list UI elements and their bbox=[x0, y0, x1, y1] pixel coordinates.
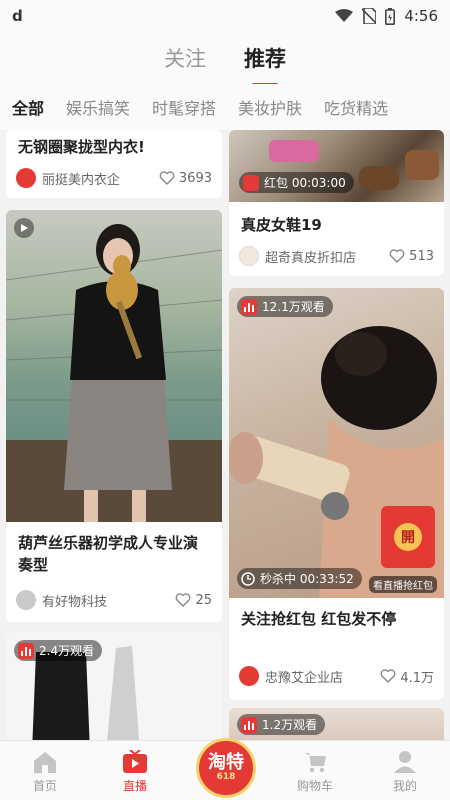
card-meta: 超奇真皮折扣店 513 bbox=[229, 242, 444, 270]
tab-profile[interactable]: 我的 bbox=[370, 750, 440, 794]
live-redpacket-tip: 看直播抢红包 bbox=[369, 576, 437, 593]
card-title: 真皮女鞋19 bbox=[241, 216, 322, 234]
shop-info[interactable]: 有好物科技 bbox=[16, 590, 107, 610]
like-button[interactable]: 513 bbox=[389, 248, 434, 264]
shop-info[interactable]: 忠豫艾企业店 bbox=[239, 666, 343, 686]
like-count: 513 bbox=[409, 248, 434, 264]
status-icons: 4:56 bbox=[335, 7, 438, 25]
card-title: 葫芦丝乐器初学成人专业演奏型 bbox=[18, 534, 199, 574]
heart-icon bbox=[159, 171, 175, 185]
red-packet-open: 開 bbox=[394, 523, 422, 551]
shop-avatar bbox=[239, 666, 259, 686]
center-logo-text: 淘特 bbox=[208, 752, 244, 773]
live-tv-icon bbox=[123, 750, 147, 773]
video-scene bbox=[6, 224, 222, 522]
app-notification-icon: d bbox=[12, 7, 23, 25]
live-icon bbox=[18, 642, 34, 659]
cart-icon bbox=[305, 753, 326, 773]
feed-card-bra[interactable]: 无钢圈聚拢型内衣! 丽挺美内衣企 3693 bbox=[6, 130, 222, 198]
card-title: 关注抢红包 红包发不停 bbox=[241, 610, 397, 628]
shop-avatar bbox=[16, 168, 36, 188]
tab-live[interactable]: 直播 bbox=[100, 750, 170, 794]
feed-card-shoes[interactable]: 红包 00:03:00 真皮女鞋19 超奇真皮折扣店 513 bbox=[229, 130, 444, 276]
status-bar: d 4:56 bbox=[0, 0, 450, 32]
like-count: 4.1万 bbox=[400, 670, 434, 686]
wifi-icon bbox=[335, 9, 354, 22]
video-play-icon bbox=[14, 218, 34, 238]
card-title: 无钢圈聚拢型内衣! bbox=[18, 138, 145, 156]
live-viewers-badge: 12.1万观看 bbox=[237, 296, 333, 317]
tab-recommend[interactable]: 推荐 bbox=[244, 43, 286, 86]
tab-live-label: 直播 bbox=[122, 779, 147, 793]
badge-text: 2.4万观看 bbox=[39, 644, 95, 658]
like-button[interactable]: 3693 bbox=[159, 170, 212, 186]
card-image-hulusi bbox=[6, 210, 222, 522]
feed-card-live-6[interactable]: 1.2万观看 bbox=[229, 708, 444, 740]
like-count: 3693 bbox=[178, 170, 212, 186]
like-button[interactable]: 4.1万 bbox=[380, 667, 434, 686]
category-beauty[interactable]: 美妆护肤 bbox=[238, 95, 302, 119]
redpacket-countdown-badge: 红包 00:03:00 bbox=[239, 172, 354, 193]
card-meta: 有好物科技 25 bbox=[6, 586, 222, 614]
tab-profile-label: 我的 bbox=[392, 779, 417, 793]
profile-icon bbox=[394, 751, 416, 773]
shop-avatar bbox=[239, 246, 259, 266]
category-fashion[interactable]: 时髦穿搭 bbox=[152, 95, 216, 119]
like-button[interactable]: 25 bbox=[175, 592, 212, 608]
shop-name: 超奇真皮折扣店 bbox=[265, 250, 357, 266]
home-icon bbox=[34, 752, 56, 773]
red-packet-button[interactable]: 開 bbox=[381, 506, 435, 568]
shop-name: 有好物科技 bbox=[42, 594, 108, 610]
feed-grid: 无钢圈聚拢型内衣! 丽挺美内衣企 3693 红包 00:03:00 真皮女鞋19… bbox=[0, 130, 450, 740]
no-sim-icon bbox=[362, 8, 377, 24]
battery-icon bbox=[385, 7, 396, 25]
live-icon bbox=[241, 298, 257, 315]
flash-sale-badge: 秒杀中 00:33:52 bbox=[237, 568, 362, 589]
tab-home-label: 首页 bbox=[32, 779, 57, 793]
flash-sale-text: 秒杀中 00:33:52 bbox=[260, 572, 354, 586]
taote-center-button[interactable]: 淘特 618 bbox=[196, 738, 256, 798]
app-screen: d 4:56 关注 推荐 全部 娱乐搞笑 时髦穿搭 美妆护肤 吃货精选 无钢圈聚… bbox=[0, 0, 450, 800]
tab-home[interactable]: 首页 bbox=[10, 750, 80, 794]
shop-info[interactable]: 丽挺美内衣企 bbox=[16, 168, 120, 188]
shop-name: 丽挺美内衣企 bbox=[42, 172, 121, 188]
feed-card-live-hair[interactable]: 12.1万观看 開 秒杀中 00:33:52 看直播抢红包 关注抢红包 红包发不… bbox=[229, 288, 444, 700]
center-logo-sub: 618 bbox=[216, 772, 236, 782]
shop-info[interactable]: 超奇真皮折扣店 bbox=[239, 246, 356, 266]
category-food[interactable]: 吃货精选 bbox=[324, 95, 388, 119]
feed-card-hulusi[interactable]: 葫芦丝乐器初学成人专业演奏型 有好物科技 25 bbox=[6, 210, 222, 622]
badge-text: 12.1万观看 bbox=[262, 300, 325, 314]
shop-name: 忠豫艾企业店 bbox=[265, 670, 344, 686]
status-time: 4:56 bbox=[404, 7, 438, 25]
badge-text: 1.2万观看 bbox=[262, 718, 318, 732]
tab-follow[interactable]: 关注 bbox=[164, 43, 206, 73]
clock-icon bbox=[241, 571, 255, 586]
badge-text: 红包 00:03:00 bbox=[264, 176, 346, 190]
card-meta: 忠豫艾企业店 4.1万 bbox=[229, 662, 444, 690]
card-meta: 丽挺美内衣企 3693 bbox=[6, 164, 222, 192]
like-count: 25 bbox=[195, 592, 212, 608]
heart-icon bbox=[389, 249, 405, 263]
category-entertainment[interactable]: 娱乐搞笑 bbox=[66, 95, 130, 119]
tab-cart[interactable]: 购物车 bbox=[280, 750, 350, 794]
shop-avatar bbox=[16, 590, 36, 610]
category-all[interactable]: 全部 bbox=[12, 95, 44, 119]
live-viewers-badge: 2.4万观看 bbox=[14, 640, 103, 661]
feed-card-live-clothes[interactable]: 2.4万观看 bbox=[6, 632, 222, 740]
category-bar: 全部 娱乐搞笑 时髦穿搭 美妆护肤 吃货精选 bbox=[0, 84, 450, 130]
live-icon bbox=[241, 716, 257, 733]
top-tab-bar: 关注 推荐 bbox=[0, 32, 450, 86]
heart-icon bbox=[380, 669, 396, 683]
heart-icon bbox=[176, 593, 191, 607]
tab-cart-label: 购物车 bbox=[296, 779, 333, 793]
live-viewers-badge: 1.2万观看 bbox=[237, 714, 326, 735]
